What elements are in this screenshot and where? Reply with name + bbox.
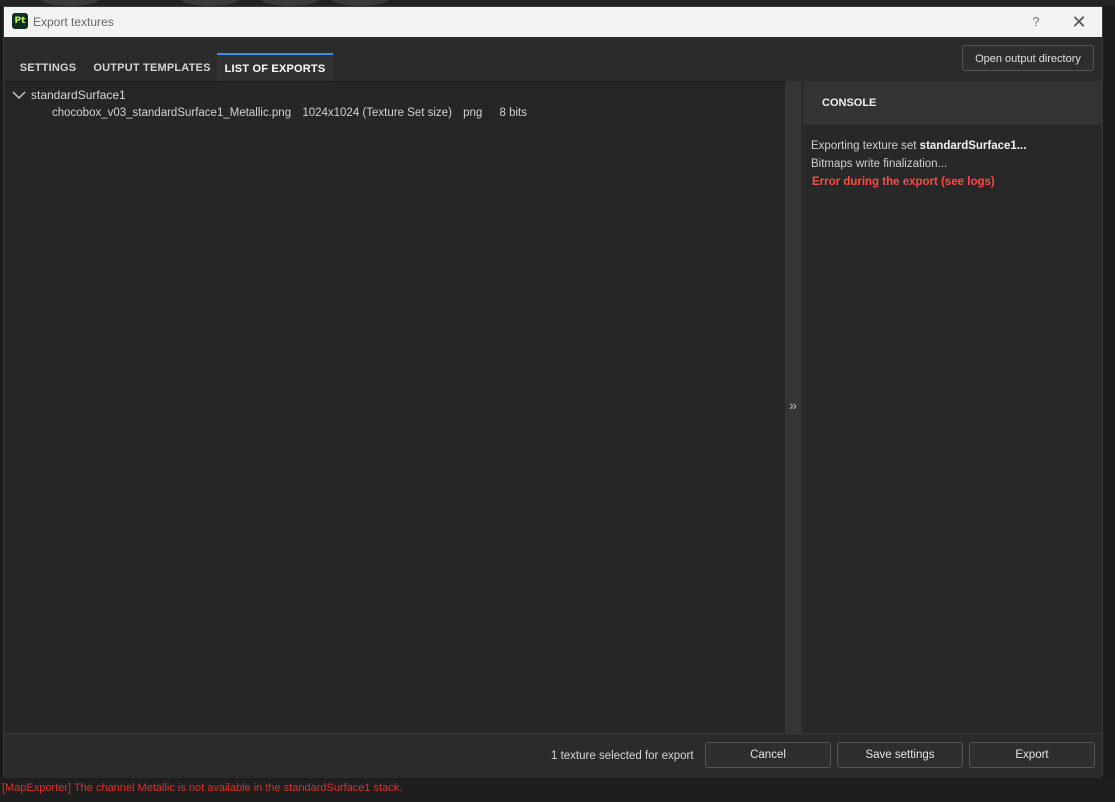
log-prefix: Exporting texture set xyxy=(811,140,920,152)
chevron-down-icon[interactable] xyxy=(12,88,26,102)
export-filename: chocobox_v03_standardSurface1_Metallic.p… xyxy=(52,107,292,119)
tab-bar: SETTINGS OUTPUT TEMPLATES LIST OF EXPORT… xyxy=(4,37,1102,81)
double-chevron-right-icon[interactable]: » xyxy=(785,397,801,413)
console-panel: CONSOLE Exporting texture set standardSu… xyxy=(803,81,1102,733)
export-format: png xyxy=(463,107,483,119)
window-title: Export textures xyxy=(33,15,114,29)
export-textures-dialog: Pt Export textures ? ✕ SETTINGS OUTPUT T… xyxy=(3,6,1103,778)
list-item[interactable]: chocobox_v03_standardSurface1_Metallic.p… xyxy=(52,107,535,119)
export-bit-depth: 8 bits xyxy=(499,107,528,119)
painter-app-icon: Pt xyxy=(12,13,28,29)
console-title: CONSOLE xyxy=(822,97,877,109)
console-error-line: Error during the export (see logs) xyxy=(812,176,995,188)
status-error-message: [MapExporter] The channel Metallic is no… xyxy=(2,782,403,794)
console-log-line: Bitmaps write finalization... xyxy=(811,158,948,170)
export-list-panel: standardSurface1 chocobox_v03_standardSu… xyxy=(4,81,785,734)
title-bar[interactable]: Pt Export textures ? ✕ xyxy=(4,7,1102,37)
tab-output-templates[interactable]: OUTPUT TEMPLATES xyxy=(88,53,216,81)
tab-settings[interactable]: SETTINGS xyxy=(12,53,84,81)
app-status-bar: [MapExporter] The channel Metallic is no… xyxy=(0,778,1115,802)
tab-list-of-exports[interactable]: LIST OF EXPORTS xyxy=(217,53,333,81)
help-button[interactable]: ? xyxy=(1026,12,1046,32)
console-header: CONSOLE xyxy=(803,81,1102,125)
log-texture-set-name: standardSurface1... xyxy=(919,140,1027,152)
panel-splitter[interactable]: » xyxy=(785,81,801,733)
save-settings-button[interactable]: Save settings xyxy=(837,742,963,768)
selection-status: 1 texture selected for export xyxy=(551,750,694,762)
dialog-footer: 1 texture selected for export Cancel Sav… xyxy=(4,733,1102,778)
cancel-button[interactable]: Cancel xyxy=(705,742,831,768)
texture-set-group[interactable]: standardSurface1 xyxy=(31,88,126,102)
console-log-line: Exporting texture set standardSurface1..… xyxy=(811,140,1026,152)
export-button[interactable]: Export xyxy=(969,742,1095,768)
open-output-directory-button[interactable]: Open output directory xyxy=(962,45,1094,71)
export-size: 1024x1024 (Texture Set size) xyxy=(302,107,452,119)
close-icon[interactable]: ✕ xyxy=(1069,12,1089,32)
